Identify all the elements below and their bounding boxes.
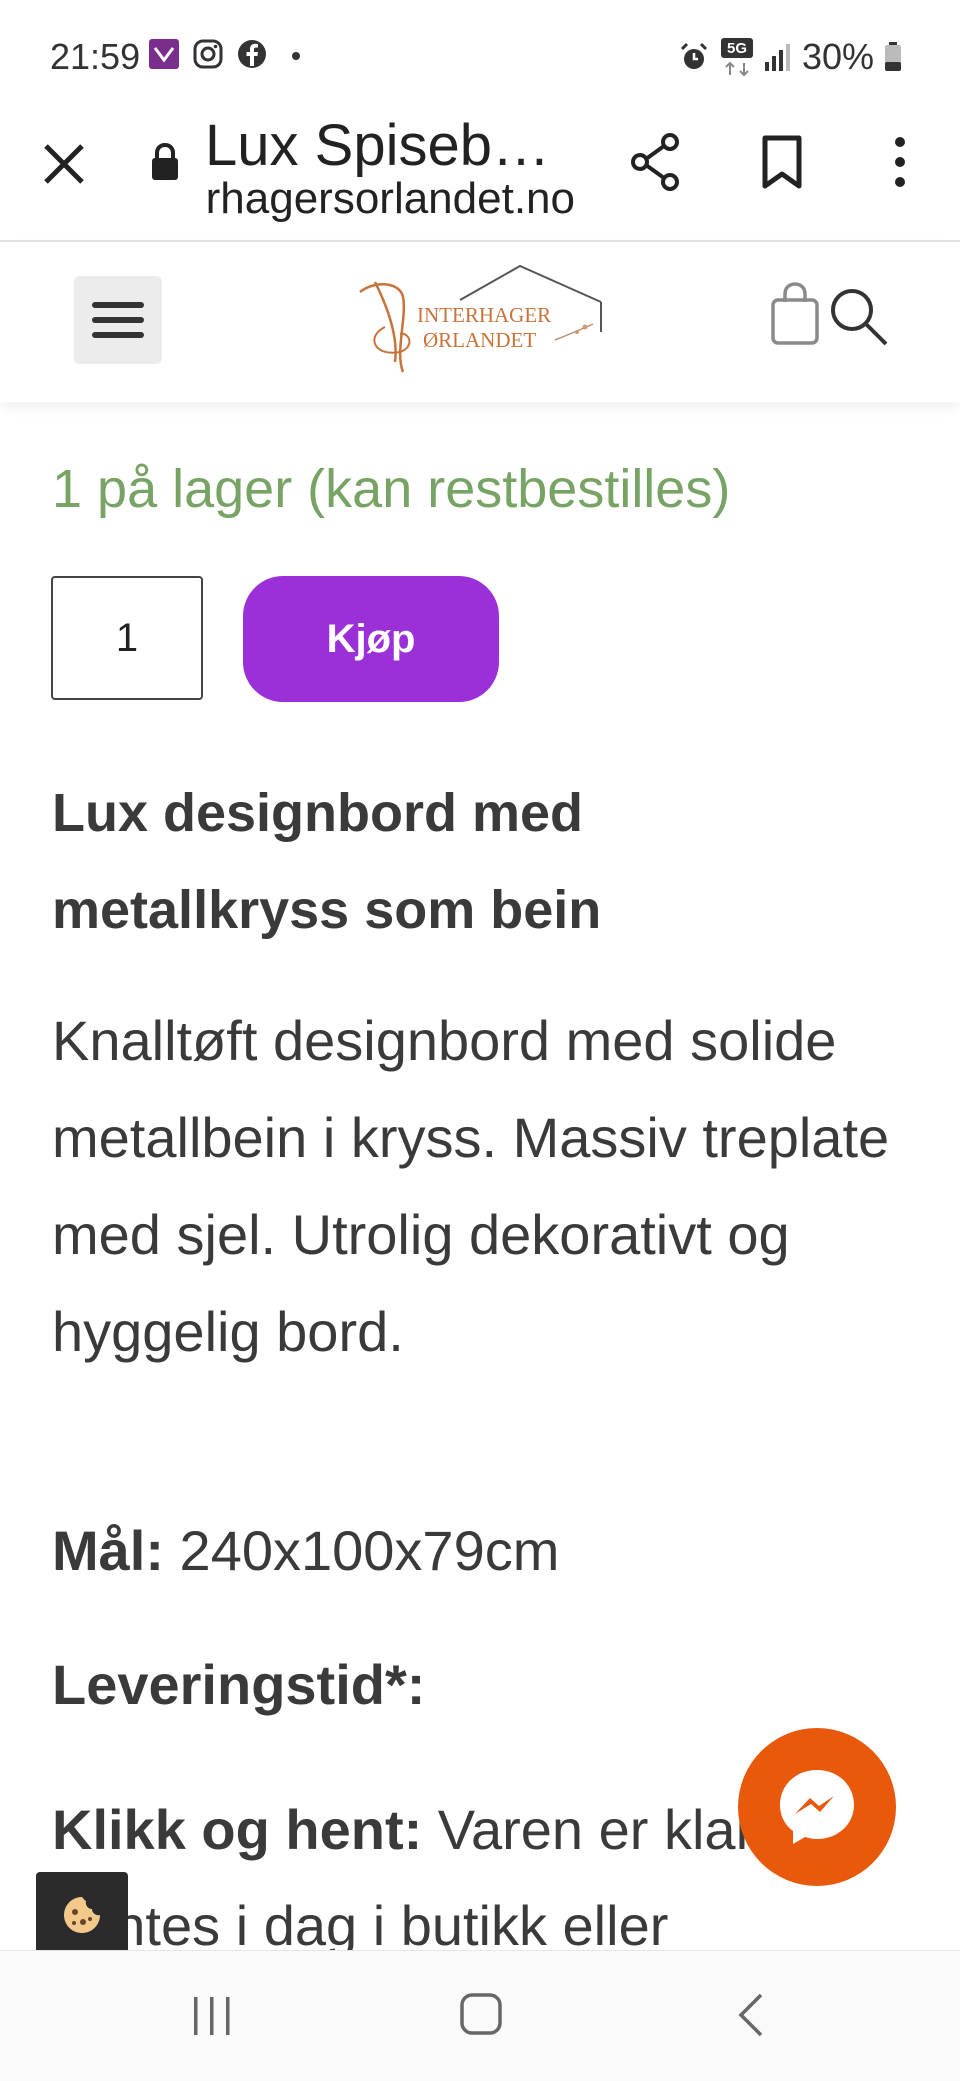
5g-icon: 5G bbox=[720, 38, 753, 77]
messenger-icon bbox=[780, 1770, 854, 1844]
search-icon[interactable] bbox=[828, 286, 890, 348]
status-notification-icons bbox=[148, 38, 312, 70]
status-right: 5G 30% bbox=[678, 36, 902, 78]
site-header: INTERHAGER ØRLANDET bbox=[0, 242, 960, 402]
product-measurements: Mål: 240x100x79cm bbox=[52, 1518, 559, 1583]
recent-apps-icon[interactable] bbox=[190, 1993, 234, 2039]
close-icon[interactable] bbox=[42, 142, 86, 186]
back-icon[interactable] bbox=[735, 1991, 765, 2039]
bookmark-icon[interactable] bbox=[760, 134, 804, 190]
menu-icon bbox=[92, 302, 144, 338]
cart-icon[interactable] bbox=[770, 282, 820, 346]
logo-line1: INTERHAGER bbox=[417, 303, 551, 327]
product-heading: Lux designbord med metallkryss som bein bbox=[52, 783, 602, 940]
alarm-icon bbox=[680, 42, 707, 69]
messenger-chat-button[interactable] bbox=[738, 1728, 896, 1886]
browser-toolbar: Lux Spiseb… vinterhagersorlandet.no bbox=[0, 112, 960, 242]
home-icon[interactable] bbox=[458, 1991, 504, 2037]
buy-button[interactable]: Kjøp bbox=[243, 576, 499, 702]
facebook-icon bbox=[238, 40, 266, 68]
site-logo[interactable]: INTERHAGER ØRLANDET bbox=[355, 262, 605, 382]
cookie-icon bbox=[64, 1897, 100, 1933]
page-title[interactable]: Lux Spiseb… bbox=[205, 112, 575, 179]
product-description: Knalltøft designbord med solide metallbe… bbox=[52, 1009, 890, 1363]
lock-icon bbox=[152, 142, 178, 180]
menu-button[interactable] bbox=[74, 276, 162, 364]
more-icon[interactable] bbox=[880, 132, 920, 192]
dot-icon bbox=[292, 52, 300, 60]
cookie-settings-button[interactable] bbox=[36, 1872, 128, 1958]
battery-icon bbox=[885, 42, 901, 71]
logo-line2: ØRLANDET bbox=[423, 328, 536, 352]
battery-text: 30% bbox=[801, 36, 874, 77]
share-icon[interactable] bbox=[628, 132, 684, 192]
signal-icon bbox=[764, 44, 790, 71]
url-text[interactable]: vinterhagersorlandet.no bbox=[205, 174, 575, 224]
status-time: 21:59 bbox=[50, 36, 141, 77]
pickup-label: Klikk og hent: bbox=[52, 1798, 423, 1861]
quantity-input[interactable]: 1 bbox=[51, 576, 203, 700]
measure-label: Mål: bbox=[52, 1519, 164, 1582]
measure-value: 240x100x79cm bbox=[164, 1519, 560, 1582]
network-label: 5G bbox=[727, 40, 747, 57]
status-bar: 21:59 5G 30% bbox=[0, 0, 960, 112]
instagram-icon bbox=[193, 39, 223, 69]
system-nav-bar bbox=[0, 1950, 960, 2081]
delivery-time-label: Leveringstid*: bbox=[52, 1653, 426, 1716]
stock-status: 1 på lager (kan restbestilles) bbox=[52, 459, 731, 519]
app-notification-icon bbox=[149, 39, 179, 69]
